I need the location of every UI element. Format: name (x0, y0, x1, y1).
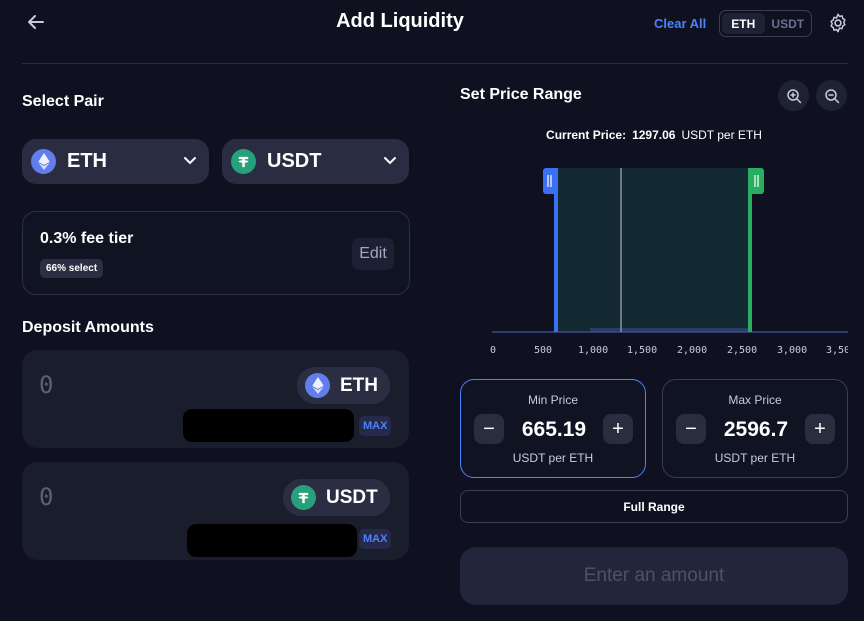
max-price-unit: USDT per ETH (714, 451, 796, 465)
usdt-icon (291, 485, 316, 510)
token-b-select[interactable]: USDT (222, 139, 409, 184)
fee-tier-label: 0.3% fee tier (40, 230, 134, 247)
axis-tick: 2,000 (677, 345, 707, 356)
min-price-unit: USDT per ETH (512, 451, 594, 465)
current-price-unit: USDT per ETH (681, 128, 762, 142)
axis-tick: 1,000 (578, 345, 608, 356)
select-pair-title: Select Pair (22, 93, 104, 110)
max-button[interactable]: MAX (359, 416, 392, 436)
current-price-label: Current Price: (546, 128, 627, 142)
current-price-value: 1297.06 (632, 128, 676, 142)
zoom-in-icon[interactable] (778, 80, 809, 111)
clear-all-button[interactable]: Clear All (654, 16, 706, 31)
selected-range-area (556, 168, 750, 332)
set-price-range-title: Set Price Range (460, 86, 582, 103)
token-b-label: USDT (267, 150, 322, 172)
chevron-down-icon (383, 153, 397, 171)
header-divider (22, 63, 848, 64)
max-price-handle[interactable] (748, 168, 764, 194)
token-a-label: ETH (67, 150, 107, 172)
max-price-card: Max Price − 2596.7 + USDT per ETH (662, 379, 848, 478)
deposit-eth-input[interactable]: 0 (39, 371, 53, 399)
axis-tick: 2,500 (727, 345, 757, 356)
max-increase-button[interactable]: + (805, 414, 835, 444)
max-button[interactable]: MAX (359, 529, 392, 549)
min-increase-button[interactable]: + (603, 414, 633, 444)
edit-fee-button[interactable]: Edit (352, 238, 394, 270)
price-range-chart: 0 500 1,000 1,500 2,000 2,500 3,000 3,50 (490, 168, 848, 356)
fee-select-badge: 66% select (40, 259, 104, 278)
zoom-out-icon[interactable] (816, 80, 847, 111)
max-price-value[interactable]: 2596.7 (703, 418, 809, 442)
axis-tick: 3,50 (826, 345, 848, 356)
gear-icon[interactable] (827, 12, 849, 34)
axis-tick: 1,500 (627, 345, 657, 356)
deposit-eth-box: 0 ETH MAX (22, 350, 409, 448)
min-price-card: Min Price − 665.19 + USDT per ETH (460, 379, 646, 478)
token-a-select[interactable]: ETH (22, 139, 209, 184)
deposit-amounts-title: Deposit Amounts (22, 319, 154, 336)
deposit-usdt-box: 0 USDT MAX (22, 462, 409, 560)
chevron-down-icon (183, 153, 197, 171)
fee-tier-box: 0.3% fee tier 66% select Edit (22, 211, 410, 295)
axis-tick: 500 (534, 345, 552, 356)
eth-icon (31, 149, 56, 174)
deposit-eth-token-label: ETH (340, 374, 378, 396)
eth-icon (305, 373, 330, 398)
deposit-eth-token[interactable]: ETH (297, 367, 390, 404)
current-price: Current Price: 1297.06 USDT per ETH (460, 128, 848, 142)
axis-tick: 3,000 (777, 345, 807, 356)
min-price-title: Min Price (527, 393, 578, 407)
max-decrease-button[interactable]: − (676, 414, 706, 444)
denomination-toggle: ETH USDT (719, 10, 812, 37)
deposit-usdt-token-label: USDT (326, 486, 378, 508)
deposit-usdt-token[interactable]: USDT (283, 479, 390, 516)
usdt-icon (231, 149, 256, 174)
deposit-usdt-input[interactable]: 0 (39, 483, 53, 511)
toggle-eth[interactable]: ETH (722, 13, 765, 34)
redacted-balance (187, 524, 357, 557)
toggle-usdt[interactable]: USDT (767, 13, 810, 34)
min-decrease-button[interactable]: − (474, 414, 504, 444)
full-range-button[interactable]: Full Range (460, 490, 848, 523)
enter-amount-button[interactable]: Enter an amount (460, 547, 848, 605)
max-price-title: Max Price (728, 393, 782, 407)
axis-tick: 0 (490, 345, 496, 356)
min-price-value[interactable]: 665.19 (501, 418, 607, 442)
redacted-balance (183, 409, 354, 442)
